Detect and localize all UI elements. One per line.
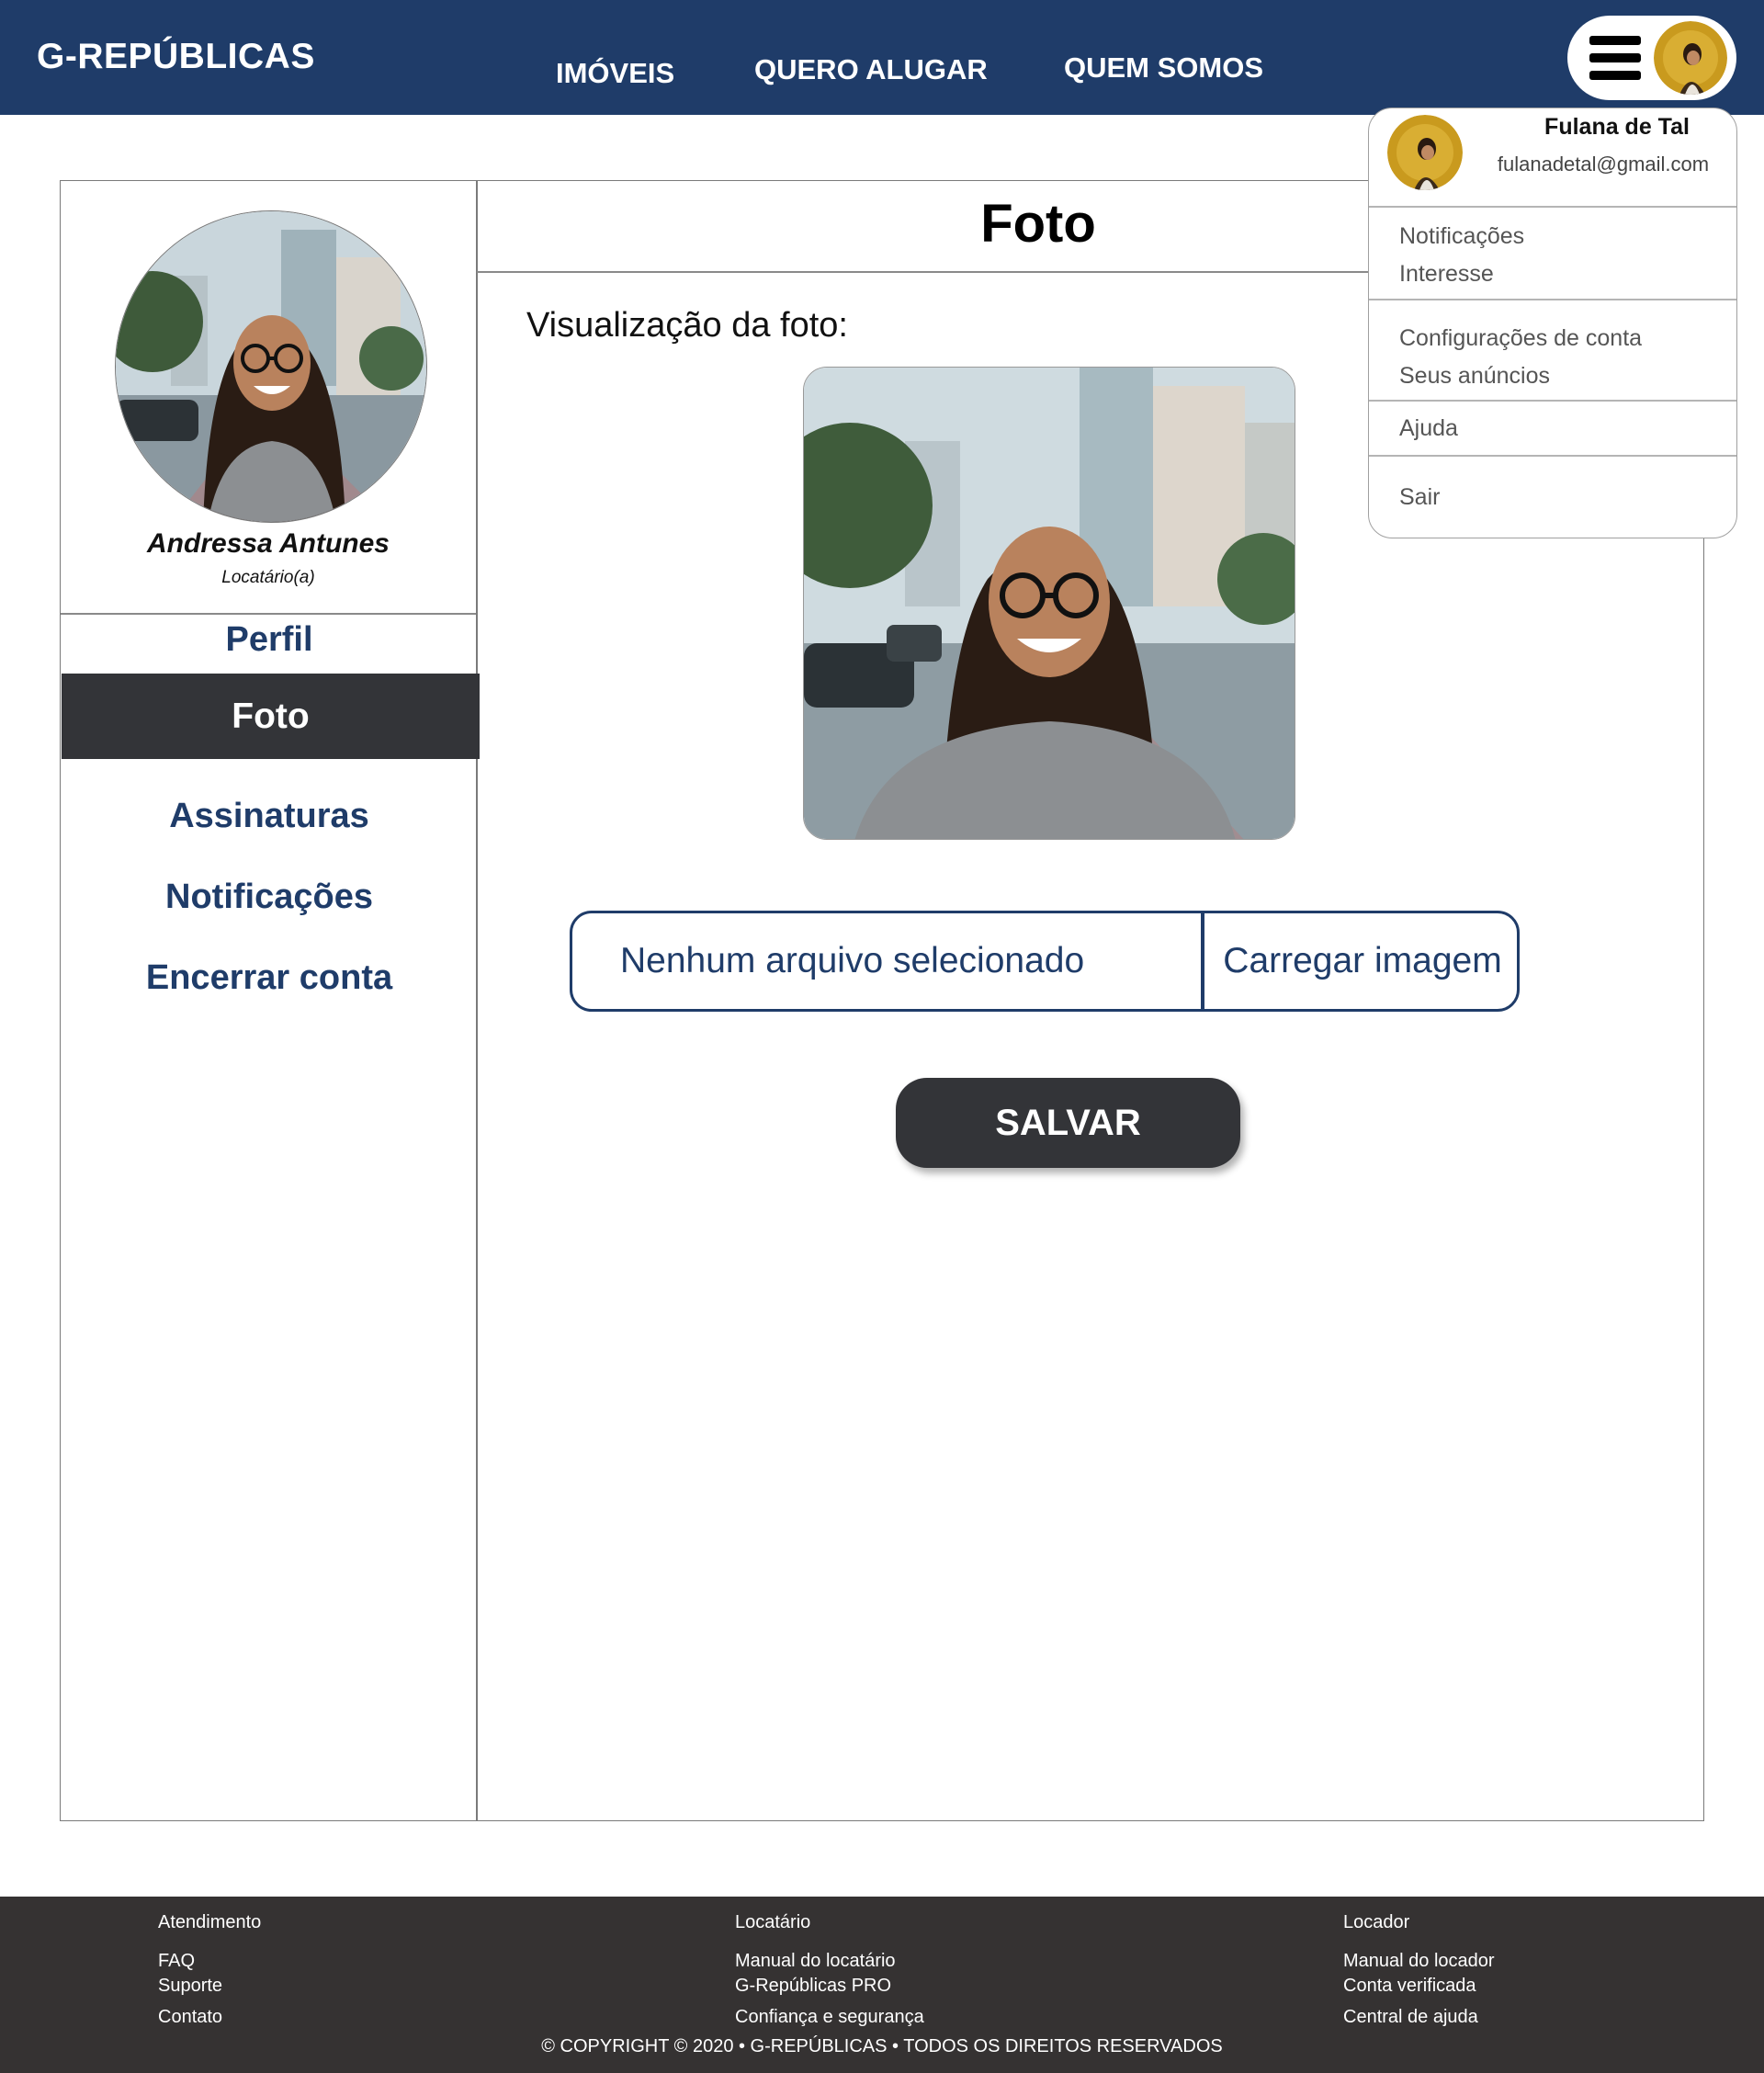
profile-photo xyxy=(115,210,427,523)
menu-item-notificacoes[interactable]: Notificações xyxy=(1399,223,1524,250)
menu-item-ajuda[interactable]: Ajuda xyxy=(1399,415,1458,442)
footer-link-manual-locatario[interactable]: Manual do locatário xyxy=(735,1951,896,1972)
file-status-text: Nenhum arquivo selecionado xyxy=(620,941,1085,980)
sidebar-separator xyxy=(61,613,476,615)
footer-link-contato[interactable]: Contato xyxy=(158,2007,222,2028)
save-button[interactable]: SALVAR xyxy=(896,1078,1240,1168)
dropdown-separator xyxy=(1369,299,1736,300)
footer-heading-locador: Locador xyxy=(1343,1912,1410,1932)
menu-item-configuracoes[interactable]: Configurações de conta xyxy=(1399,325,1642,352)
dropdown-separator xyxy=(1369,206,1736,208)
footer-link-suporte[interactable]: Suporte xyxy=(158,1976,222,1997)
preview-label: Visualização da foto: xyxy=(526,306,848,345)
sidebar-divider xyxy=(476,180,478,1821)
top-navbar: G-REPÚBLICAS IMÓVEIS QUERO ALUGAR QUEM S… xyxy=(0,0,1764,115)
sidebar-item-foto[interactable]: Foto xyxy=(62,674,480,759)
footer-heading-atendimento: Atendimento xyxy=(158,1912,262,1932)
dropdown-user-name: Fulana de Tal xyxy=(1544,114,1690,140)
footer-link-conta-verificada[interactable]: Conta verificada xyxy=(1343,1976,1476,1997)
user-menu-button[interactable] xyxy=(1567,16,1736,100)
nav-link-imoveis[interactable]: IMÓVEIS xyxy=(556,57,674,90)
menu-item-interesse[interactable]: Interesse xyxy=(1399,261,1494,288)
dropdown-avatar xyxy=(1387,115,1463,190)
file-upload-divider xyxy=(1201,913,1204,1009)
dropdown-user-email: fulanadetal@gmail.com xyxy=(1497,153,1710,176)
file-upload-field[interactable]: Nenhum arquivo selecionado Carregar imag… xyxy=(570,911,1520,1012)
dropdown-separator xyxy=(1369,400,1736,402)
page: G-REPÚBLICAS IMÓVEIS QUERO ALUGAR QUEM S… xyxy=(0,0,1764,2073)
upload-image-button[interactable]: Carregar imagem xyxy=(1206,913,1519,1009)
menu-item-sair[interactable]: Sair xyxy=(1399,484,1440,511)
user-dropdown-menu: Fulana de Tal fulanadetal@gmail.com Noti… xyxy=(1368,108,1737,538)
copyright-text: © COPYRIGHT © 2020 • G-REPÚBLICAS • TODO… xyxy=(541,2036,1223,2056)
sidebar-item-assinaturas[interactable]: Assinaturas xyxy=(61,797,478,836)
sidebar-item-encerrar-conta[interactable]: Encerrar conta xyxy=(61,958,478,998)
footer-link-faq[interactable]: FAQ xyxy=(158,1951,195,1972)
hamburger-menu-icon[interactable] xyxy=(1589,36,1641,80)
title-separator xyxy=(477,271,1368,273)
footer-heading-locatario: Locatário xyxy=(735,1912,811,1932)
menu-item-seus-anuncios[interactable]: Seus anúncios xyxy=(1399,363,1550,390)
user-avatar[interactable] xyxy=(1654,21,1727,95)
photo-preview xyxy=(803,367,1295,840)
nav-link-quem-somos[interactable]: QUEM SOMOS xyxy=(1064,51,1263,85)
footer-link-confianca[interactable]: Confiança e segurança xyxy=(735,2007,924,2028)
profile-name: Andressa Antunes xyxy=(147,528,390,559)
footer-link-manual-locador[interactable]: Manual do locador xyxy=(1343,1951,1495,1972)
nav-link-quero-alugar[interactable]: QUERO ALUGAR xyxy=(754,53,988,86)
profile-role: Locatário(a) xyxy=(221,568,315,587)
site-logo[interactable]: G-REPÚBLICAS xyxy=(37,37,315,77)
dropdown-separator xyxy=(1369,455,1736,457)
sidebar-item-perfil[interactable]: Perfil xyxy=(61,620,478,660)
footer-link-central-ajuda[interactable]: Central de ajuda xyxy=(1343,2007,1478,2028)
sidebar-item-notificacoes[interactable]: Notificações xyxy=(61,878,478,917)
page-title: Foto xyxy=(980,194,1096,254)
footer-link-pro[interactable]: G-Repúblicas PRO xyxy=(735,1976,891,1997)
